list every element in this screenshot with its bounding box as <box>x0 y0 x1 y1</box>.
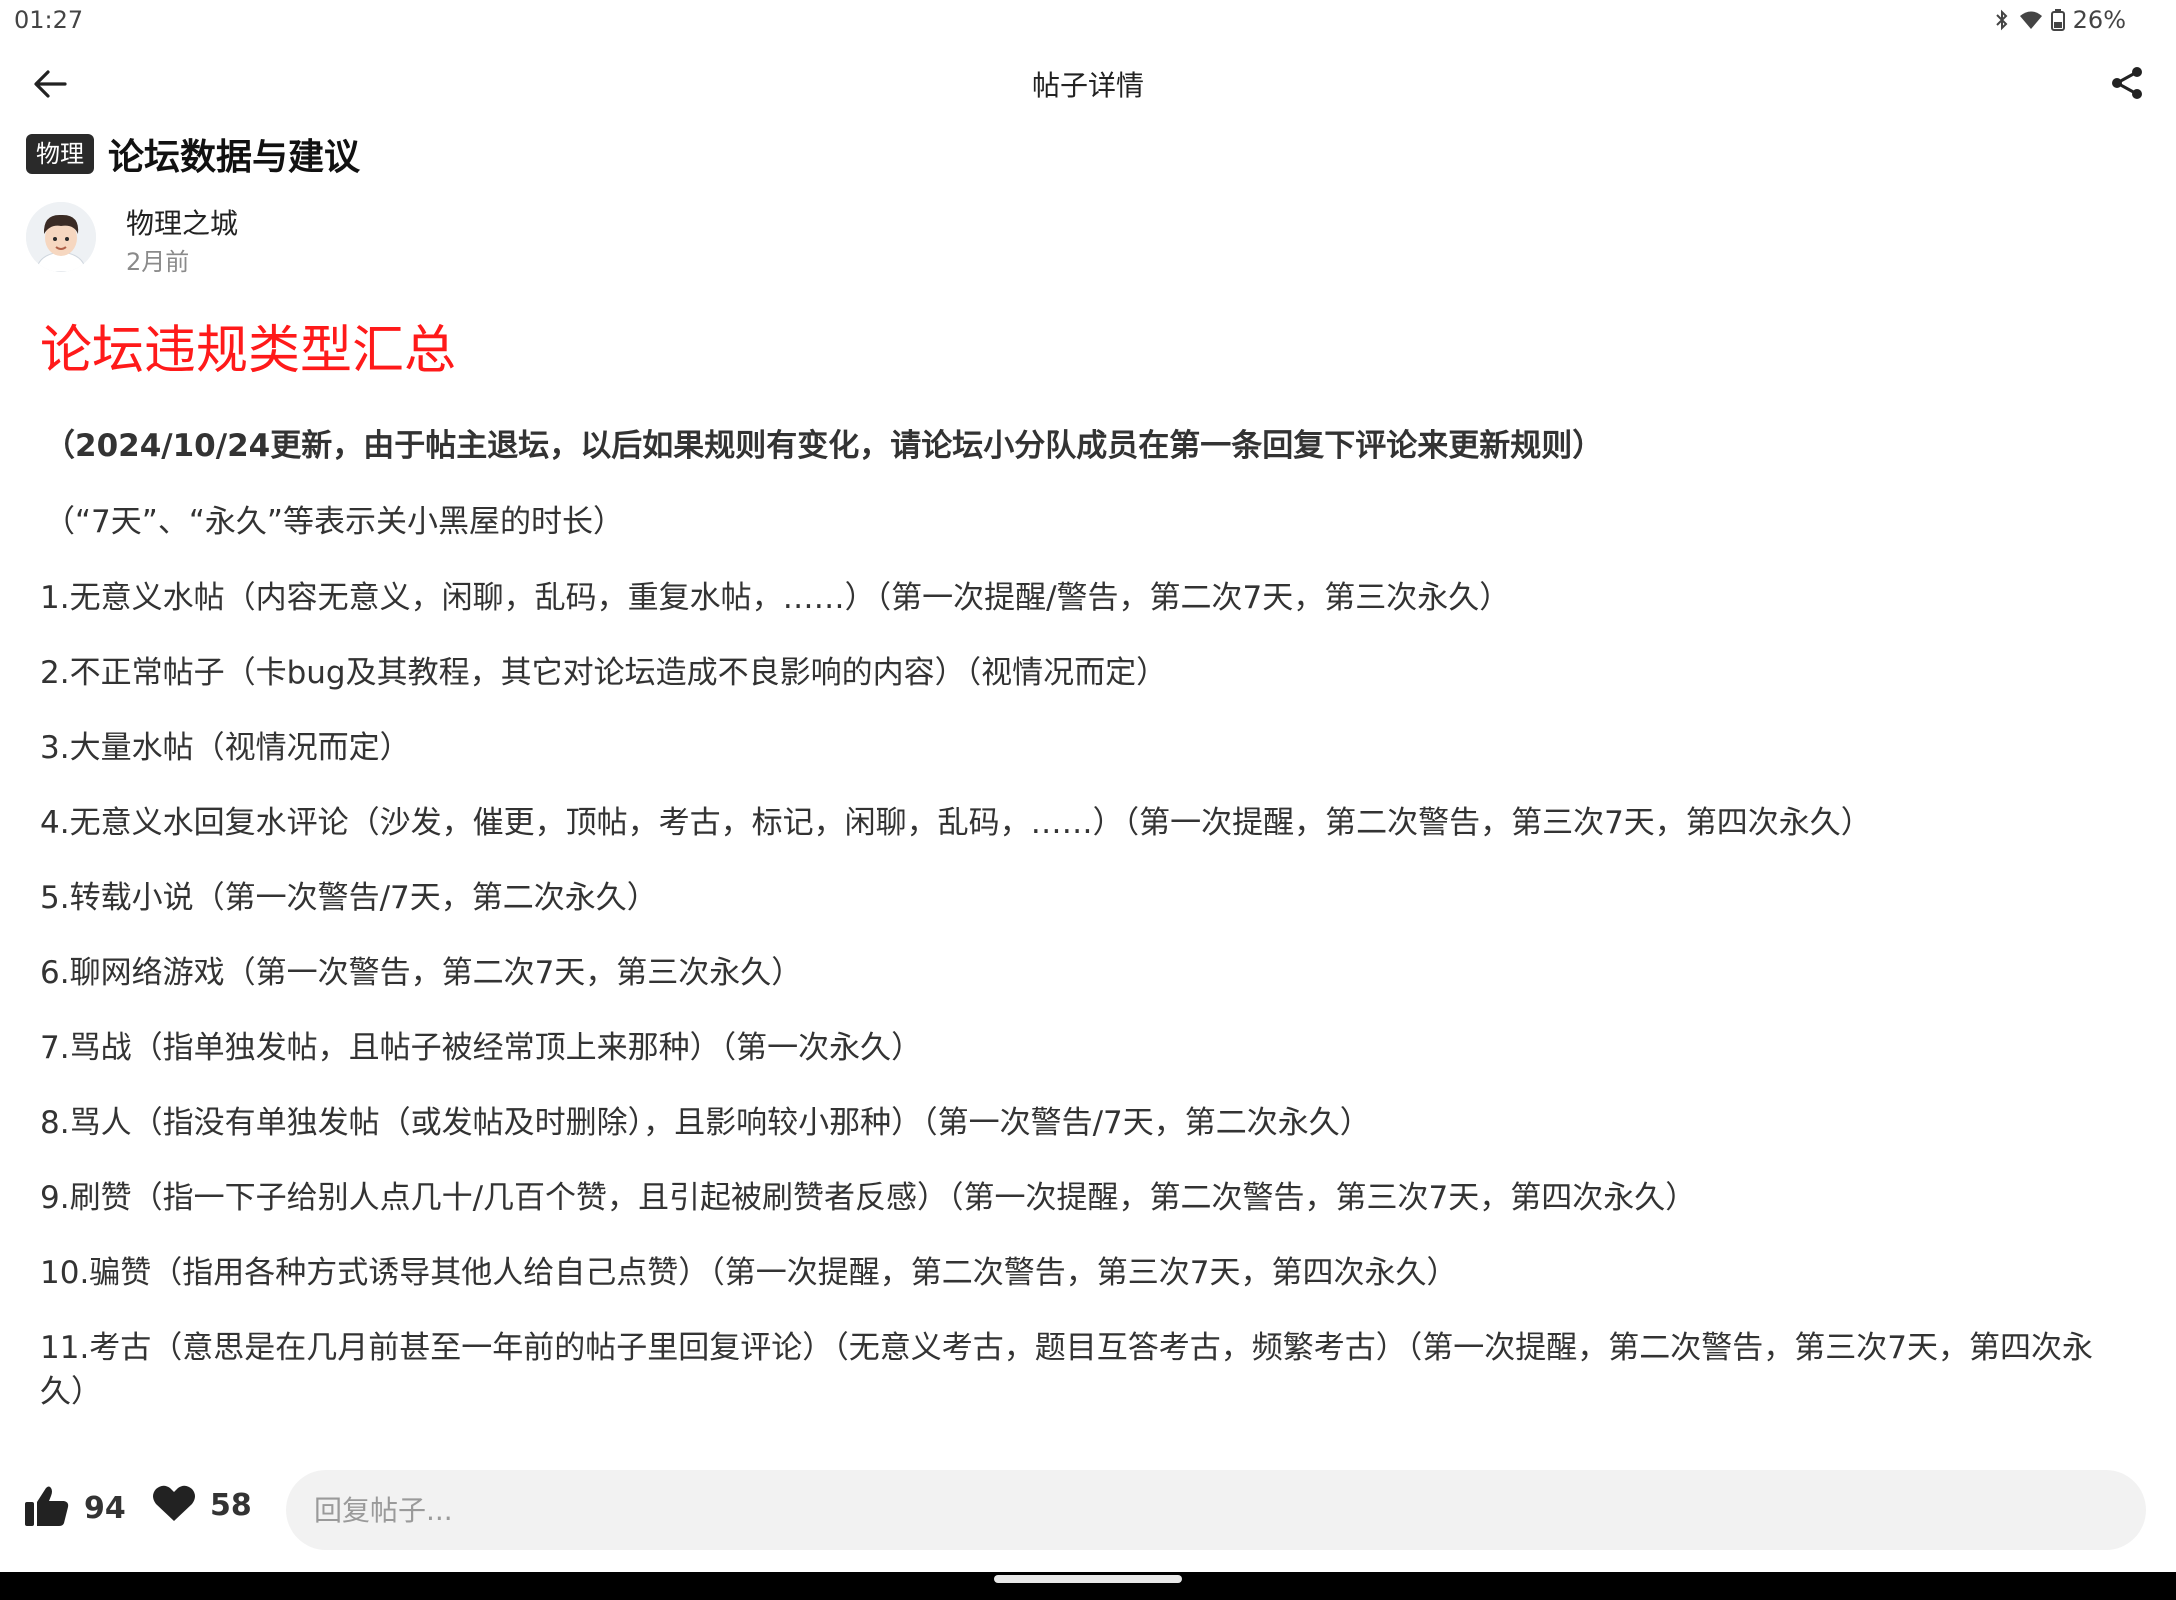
battery-icon <box>2050 9 2065 31</box>
rule-item: 5.转载小说（第一次警告/7天，第二次永久） <box>40 880 658 916</box>
rule-item: 11.考古（意思是在几月前甚至一年前的帖子里回复评论）（无意义考古，题目互答考古… <box>40 1330 2094 1410</box>
reply-input[interactable] <box>286 1470 2146 1550</box>
status-time: 01:27 <box>14 6 84 34</box>
like-button[interactable]: 94 <box>24 1484 126 1532</box>
post-header: 物理 论坛数据与建议 <box>26 128 360 180</box>
status-bar: 01:27 26% <box>0 0 2176 44</box>
post-content: 论坛违规类型汇总 （2024/10/24更新，由于帖主退坛，以后如果规则有变化，… <box>40 318 2120 1445</box>
page-title: 帖子详情 <box>1031 69 1144 102</box>
rule-item: 1.无意义水帖（内容无意义，闲聊，乱码，重复水帖，……）（第一次提醒/警告，第二… <box>40 580 1511 616</box>
rule-item: 2.不正常帖子（卡bug及其教程，其它对论坛造成不良影响的内容）（视情况而定） <box>40 655 1168 691</box>
rule-item: 3.大量水帖（视情况而定） <box>40 730 411 766</box>
category-tag[interactable]: 物理 <box>26 134 94 174</box>
like-count: 94 <box>84 1490 126 1526</box>
battery-level: 26% <box>2072 6 2126 34</box>
bluetooth-icon <box>1993 9 2011 31</box>
post-headline: 论坛违规类型汇总 <box>40 321 457 381</box>
rule-item: 9.刷赞（指一下子给别人点几十/几百个赞，且引起被刷赞者反感）（第一次提醒，第二… <box>40 1180 1697 1216</box>
wifi-icon <box>2019 10 2043 30</box>
avatar[interactable] <box>26 202 96 272</box>
home-gesture-handle[interactable] <box>994 1575 1182 1583</box>
rule-item: 7.骂战（指单独发帖，且帖子被经常顶上来那种）（第一次永久） <box>40 1030 923 1066</box>
author-name[interactable]: 物理之城 <box>126 202 238 242</box>
rule-item: 8.骂人（指没有单独发帖（或发帖及时删除），且影响较小那种）（第一次警告/7天，… <box>40 1105 1371 1141</box>
favorite-button[interactable]: 58 <box>152 1484 252 1526</box>
author-info[interactable]: 物理之城 2月前 <box>26 200 726 276</box>
app-bar: 帖子详情 <box>0 44 2176 124</box>
rule-item: 6.聊网络游戏（第一次警告，第二次7天，第三次永久） <box>40 955 803 991</box>
share-icon <box>2109 65 2145 105</box>
share-button[interactable] <box>2100 58 2154 112</box>
bottom-action-bar: 94 58 <box>0 1470 2176 1570</box>
thumbs-up-icon <box>24 1484 70 1532</box>
rule-item: 10.骗赞（指用各种方式诱导其他人给自己点赞）（第一次提醒，第二次警告，第三次7… <box>40 1255 1458 1291</box>
post-note: （“7天”、“永久”等表示关小黑屋的时长） <box>44 504 624 540</box>
favorite-count: 58 <box>210 1487 252 1523</box>
system-nav-bar <box>0 1572 2176 1600</box>
rule-item: 4.无意义水回复水评论（沙发，催更，顶帖，考古，标记，闲聊，乱码，……）（第一次… <box>40 805 1872 841</box>
post-title: 论坛数据与建议 <box>108 137 361 178</box>
heart-icon <box>152 1484 196 1526</box>
post-subhead: （2024/10/24更新，由于帖主退坛，以后如果规则有变化，请论坛小分队成员在… <box>44 428 1604 464</box>
status-icons: 26% <box>1993 6 2126 34</box>
post-time: 2月前 <box>126 248 190 276</box>
